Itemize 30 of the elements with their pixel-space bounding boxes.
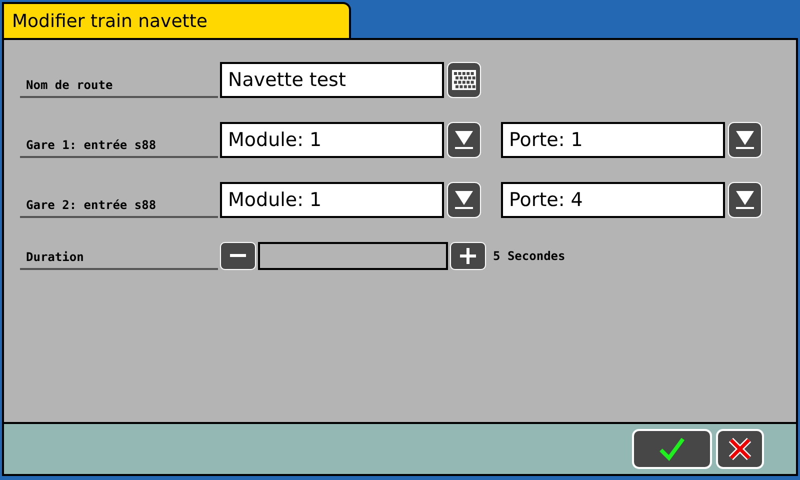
input-field[interactable]: Porte: 4 (501, 182, 725, 218)
slider-track[interactable] (258, 242, 448, 270)
plus-icon (460, 248, 476, 264)
check-icon (658, 436, 686, 462)
field-label: Nom de route (26, 78, 113, 92)
triangle-down-icon (453, 129, 475, 151)
input-field[interactable]: Module: 1 (220, 182, 444, 218)
cancel-button[interactable] (716, 429, 764, 469)
field-label: Duration (26, 250, 84, 264)
triangle-down-icon (734, 189, 756, 211)
dropdown-button[interactable] (447, 122, 481, 158)
input-field[interactable]: Navette test (220, 62, 444, 98)
minus-button[interactable] (220, 242, 256, 270)
close-icon (728, 437, 752, 461)
keyboard-button[interactable] (447, 62, 481, 98)
field-label: Gare 1: entrée s88 (26, 138, 156, 152)
input-field[interactable]: Module: 1 (220, 122, 444, 158)
dropdown-button[interactable] (447, 182, 481, 218)
dropdown-button[interactable] (728, 182, 762, 218)
dropdown-button[interactable] (728, 122, 762, 158)
field-label: Gare 2: entrée s88 (26, 198, 156, 212)
keyboard-icon (451, 69, 477, 91)
input-field[interactable]: Porte: 1 (501, 122, 725, 158)
confirm-button[interactable] (632, 429, 712, 469)
minus-icon (230, 254, 246, 258)
window-title: Modifier train navette (2, 2, 351, 38)
triangle-down-icon (734, 129, 756, 151)
triangle-down-icon (453, 189, 475, 211)
plus-button[interactable] (450, 242, 486, 270)
duration-reading: 5 Secondes (493, 248, 566, 265)
